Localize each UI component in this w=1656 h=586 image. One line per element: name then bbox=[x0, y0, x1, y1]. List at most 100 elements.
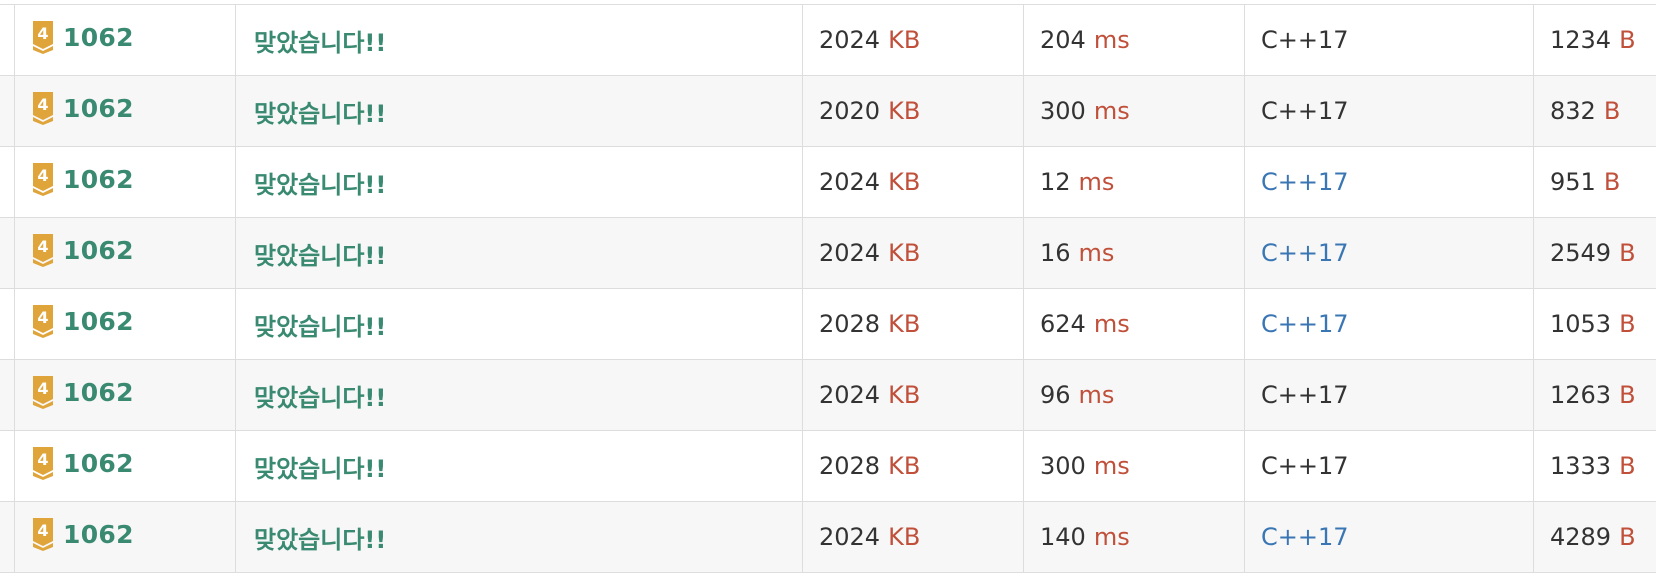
problem-cell: 4 1062 bbox=[14, 430, 236, 502]
result-cell: 맞았습니다!! bbox=[235, 75, 803, 147]
language-cell: C++17 bbox=[1244, 146, 1534, 218]
code-length-cell: 2549 B bbox=[1533, 217, 1656, 289]
time-value: 16 bbox=[1040, 239, 1071, 267]
gold-tier-badge-icon: 4 bbox=[31, 304, 55, 338]
result-text: 맞았습니다!! bbox=[254, 383, 387, 412]
problem-id: 1062 bbox=[63, 22, 134, 52]
language-label: C++17 bbox=[1261, 26, 1349, 54]
language-label: C++17 bbox=[1261, 452, 1349, 480]
result-text: 맞았습니다!! bbox=[254, 454, 387, 483]
result-text: 맞았습니다!! bbox=[254, 525, 387, 554]
problem-link[interactable]: 4 1062 bbox=[31, 20, 134, 54]
language-label: C++17 bbox=[1261, 97, 1349, 125]
row-edge-cell bbox=[0, 359, 15, 431]
time-value: 300 bbox=[1040, 97, 1086, 125]
time-unit: ms bbox=[1093, 310, 1130, 338]
memory-unit: KB bbox=[888, 97, 921, 125]
code-length-unit: B bbox=[1619, 239, 1636, 267]
code-length-value: 1333 bbox=[1550, 452, 1612, 480]
language-label: C++17 bbox=[1261, 381, 1349, 409]
problem-link[interactable]: 4 1062 bbox=[31, 91, 134, 125]
submission-row: 4 1062 맞았습니다!! 2024 KB 96 ms C++17 1263 B bbox=[0, 359, 1656, 431]
problem-cell: 4 1062 bbox=[14, 146, 236, 218]
memory-cell: 2024 KB bbox=[802, 501, 1024, 573]
language-link[interactable]: C++17 bbox=[1261, 239, 1349, 267]
memory-unit: KB bbox=[888, 168, 921, 196]
code-length-cell: 1234 B bbox=[1533, 4, 1656, 76]
code-length-value: 1234 bbox=[1550, 26, 1612, 54]
problem-id: 1062 bbox=[63, 306, 134, 336]
language-cell: C++17 bbox=[1244, 501, 1534, 573]
result-cell: 맞았습니다!! bbox=[235, 430, 803, 502]
tier-level-text: 4 bbox=[37, 379, 48, 398]
code-length-cell: 1053 B bbox=[1533, 288, 1656, 360]
time-cell: 204 ms bbox=[1023, 4, 1245, 76]
tier-badge-shape: 4 bbox=[33, 234, 53, 267]
problem-link[interactable]: 4 1062 bbox=[31, 446, 134, 480]
time-cell: 300 ms bbox=[1023, 75, 1245, 147]
memory-value: 2028 bbox=[819, 310, 881, 338]
row-edge-cell bbox=[0, 501, 15, 573]
language-cell: C++17 bbox=[1244, 217, 1534, 289]
memory-value: 2020 bbox=[819, 97, 881, 125]
problem-link[interactable]: 4 1062 bbox=[31, 375, 134, 409]
code-length-unit: B bbox=[1619, 452, 1636, 480]
result-text: 맞았습니다!! bbox=[254, 312, 387, 341]
time-unit: ms bbox=[1093, 97, 1130, 125]
result-cell: 맞았습니다!! bbox=[235, 359, 803, 431]
problem-cell: 4 1062 bbox=[14, 359, 236, 431]
memory-unit: KB bbox=[888, 239, 921, 267]
problem-cell: 4 1062 bbox=[14, 217, 236, 289]
problem-link[interactable]: 4 1062 bbox=[31, 304, 134, 338]
result-cell: 맞았습니다!! bbox=[235, 4, 803, 76]
result-text: 맞았습니다!! bbox=[254, 170, 387, 199]
time-value: 96 bbox=[1040, 381, 1071, 409]
result-text: 맞았습니다!! bbox=[254, 99, 387, 128]
memory-cell: 2024 KB bbox=[802, 146, 1024, 218]
time-cell: 16 ms bbox=[1023, 217, 1245, 289]
language-link[interactable]: C++17 bbox=[1261, 168, 1349, 196]
code-length-cell: 832 B bbox=[1533, 75, 1656, 147]
gold-tier-badge-icon: 4 bbox=[31, 91, 55, 125]
tier-badge-shape: 4 bbox=[33, 21, 53, 54]
tier-level-text: 4 bbox=[37, 308, 48, 327]
code-length-unit: B bbox=[1603, 168, 1621, 196]
tier-badge-shape: 4 bbox=[33, 376, 53, 409]
row-edge-cell bbox=[0, 217, 15, 289]
memory-unit: KB bbox=[888, 26, 921, 54]
memory-value: 2024 bbox=[819, 239, 881, 267]
problem-link[interactable]: 4 1062 bbox=[31, 162, 134, 196]
time-cell: 96 ms bbox=[1023, 359, 1245, 431]
memory-value: 2024 bbox=[819, 168, 881, 196]
result-cell: 맞았습니다!! bbox=[235, 146, 803, 218]
time-value: 12 bbox=[1040, 168, 1071, 196]
problem-link[interactable]: 4 1062 bbox=[31, 233, 134, 267]
language-link[interactable]: C++17 bbox=[1261, 523, 1349, 551]
row-edge-cell bbox=[0, 288, 15, 360]
gold-tier-badge-icon: 4 bbox=[31, 233, 55, 267]
code-length-unit: B bbox=[1619, 26, 1636, 54]
tier-level-text: 4 bbox=[37, 450, 48, 469]
time-unit: ms bbox=[1078, 168, 1115, 196]
result-text: 맞았습니다!! bbox=[254, 241, 387, 270]
submission-row: 4 1062 맞았습니다!! 2024 KB 204 ms C++17 1234 B bbox=[0, 4, 1656, 76]
time-value: 624 bbox=[1040, 310, 1086, 338]
submission-row: 4 1062 맞았습니다!! 2024 KB 140 ms C++17 4289 B bbox=[0, 501, 1656, 573]
time-unit: ms bbox=[1078, 239, 1115, 267]
gold-tier-badge-icon: 4 bbox=[31, 162, 55, 196]
memory-cell: 2024 KB bbox=[802, 4, 1024, 76]
row-edge-cell bbox=[0, 146, 15, 218]
problem-id: 1062 bbox=[63, 519, 134, 549]
memory-cell: 2028 KB bbox=[802, 288, 1024, 360]
memory-unit: KB bbox=[888, 523, 921, 551]
language-link[interactable]: C++17 bbox=[1261, 310, 1349, 338]
tier-badge-shape: 4 bbox=[33, 163, 53, 196]
problem-id: 1062 bbox=[63, 448, 134, 478]
tier-badge-shape: 4 bbox=[33, 447, 53, 480]
tier-level-text: 4 bbox=[37, 166, 48, 185]
code-length-cell: 4289 B bbox=[1533, 501, 1656, 573]
problem-link[interactable]: 4 1062 bbox=[31, 517, 134, 551]
code-length-value: 951 bbox=[1550, 168, 1596, 196]
result-cell: 맞았습니다!! bbox=[235, 288, 803, 360]
time-cell: 624 ms bbox=[1023, 288, 1245, 360]
